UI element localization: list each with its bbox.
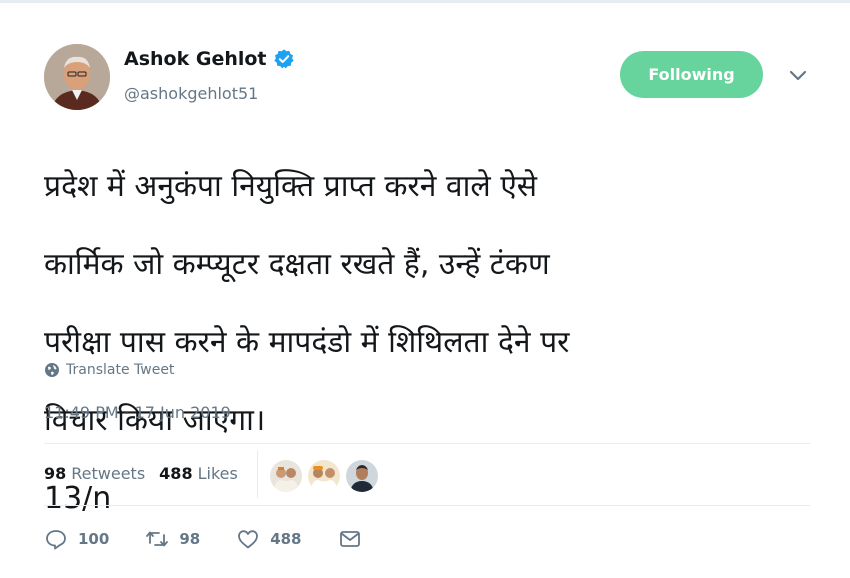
reply-button[interactable]: 100 [44,527,109,551]
retweet-count: 98 [179,530,201,548]
tweet-thread-marker: 13/n [44,481,112,516]
like-button[interactable]: 488 [236,527,302,551]
heart-icon [238,530,259,549]
tweet-actions: 100 98 488 [44,527,398,551]
like-count: 488 [270,530,302,548]
likes-label: Likes [197,464,238,483]
following-button[interactable]: Following [620,51,763,98]
globe-icon [44,362,60,378]
direct-message-button[interactable] [338,527,362,551]
reply-count: 100 [78,530,110,548]
divider [44,443,810,444]
liker-avatar[interactable] [270,460,302,492]
likes-stat[interactable]: 488 Likes [159,464,238,483]
liker-avatars [270,460,378,492]
tweet-line: कार्मिक जो कम्प्यूटर दक्षता रखते हैं, उन… [44,247,550,282]
retweets-stat[interactable]: 98 Retweets [44,464,145,483]
translate-tweet-link[interactable]: Translate Tweet [44,362,174,378]
likes-count: 488 [159,464,193,483]
liker-avatar[interactable] [308,460,340,492]
stats-separator [257,450,258,498]
tweet-line: परीक्षा पास करने के मापदंडो में शिथिलता … [44,325,570,360]
liker-avatar[interactable] [346,460,378,492]
engagement-stats: 98 Retweets 488 Likes [44,464,252,483]
verified-badge-icon [273,48,295,70]
author-avatar[interactable] [44,44,110,110]
author-handle[interactable]: @ashokgehlot51 [124,84,258,103]
reply-icon [46,530,66,550]
chevron-down-icon[interactable] [788,68,808,82]
tweet-text: प्रदेश में अनुकंपा नियुक्ति प्राप्त करने… [44,128,784,557]
author-name[interactable]: Ashok Gehlot [124,48,267,70]
divider [44,505,810,506]
tweet-timestamp[interactable]: 11:49 PM - 17 Jun 2019 [44,403,231,422]
translate-label[interactable]: Translate Tweet [66,362,174,378]
tweet-line: प्रदेश में अनुकंपा नियुक्ति प्राप्त करने… [44,169,538,204]
envelope-icon [339,531,360,547]
retweet-icon [146,531,169,547]
retweet-button[interactable]: 98 [145,527,200,551]
top-border [0,0,850,3]
retweets-label: Retweets [71,464,146,483]
retweets-count: 98 [44,464,67,483]
